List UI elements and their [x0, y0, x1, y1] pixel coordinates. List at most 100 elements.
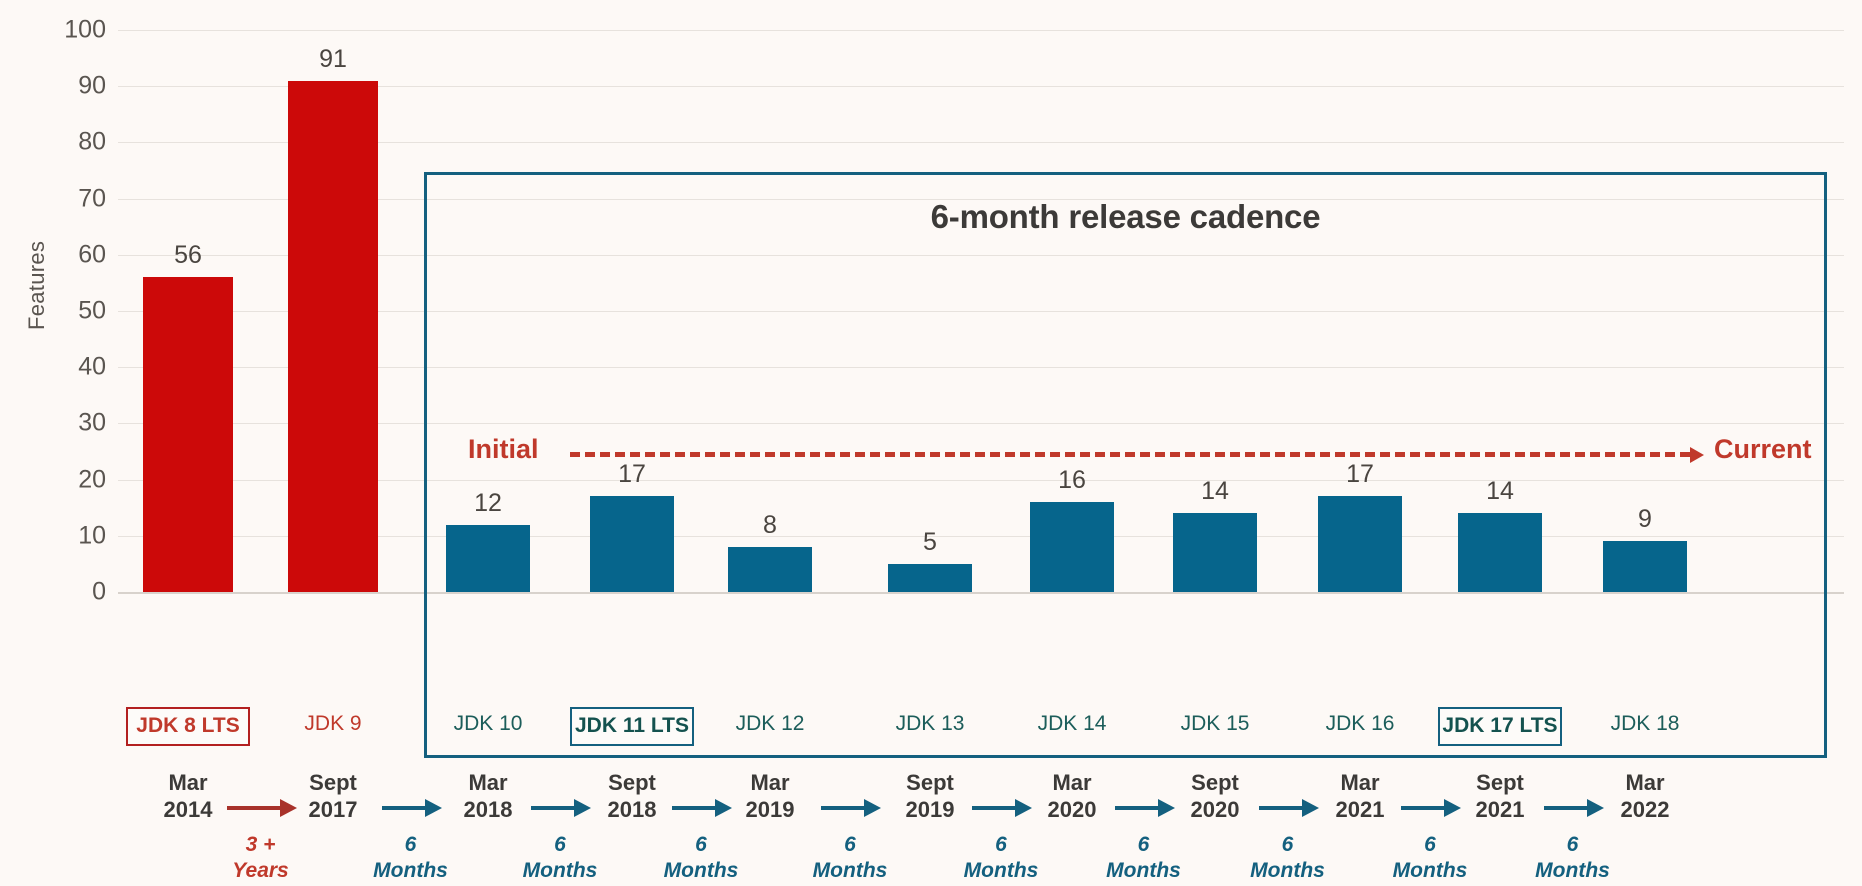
timeline-gap-label: 6 Months — [1208, 832, 1368, 885]
timeline-date-year: 2014 — [163, 796, 213, 822]
arrow-shaft — [531, 806, 575, 810]
category-label[interactable]: JDK 12 — [705, 707, 835, 742]
timeline-date-month: Mar — [1340, 770, 1380, 795]
timeline-gap-unit: Years — [232, 859, 289, 883]
arrow-shaft — [672, 806, 716, 810]
category-label[interactable]: JDK 15 — [1150, 707, 1280, 742]
category-label[interactable]: JDK 11 LTS — [570, 707, 694, 746]
category-label[interactable]: JDK 17 LTS — [1438, 707, 1562, 746]
timeline-gap-label: 6 Months — [921, 832, 1081, 885]
category-label[interactable]: JDK 16 — [1295, 707, 1425, 742]
timeline-arrow-icon — [972, 799, 1032, 817]
y-tick-label: 10 — [78, 521, 106, 550]
arrow-head — [279, 799, 297, 817]
bar[interactable] — [1173, 513, 1257, 592]
category-label[interactable]: JDK 13 — [865, 707, 995, 742]
category-label[interactable]: JDK 14 — [1007, 707, 1137, 742]
timeline-arrow-icon — [226, 799, 297, 817]
arrow-head — [864, 799, 881, 817]
timeline-arrow-icon — [821, 799, 881, 817]
arrow-shaft — [1401, 806, 1445, 810]
timeline-gap-number: 6 — [695, 833, 707, 856]
category-label[interactable]: JDK 8 LTS — [126, 707, 250, 746]
arrow-shaft — [381, 806, 426, 810]
timeline-gap-unit: Months — [1535, 859, 1610, 883]
bar-value-label: 12 — [474, 488, 502, 517]
timeline-gap-label: 6 Months — [770, 832, 930, 885]
bar-value-label: 16 — [1058, 466, 1086, 495]
bar[interactable] — [590, 496, 674, 592]
timeline-gap-unit: Months — [1106, 859, 1181, 883]
bar[interactable] — [446, 524, 530, 592]
category-label[interactable]: JDK 18 — [1580, 707, 1710, 742]
bar[interactable] — [728, 547, 812, 592]
bar[interactable] — [143, 277, 233, 592]
timeline-date-month: Sept — [1191, 770, 1239, 795]
timeline-gap-number: 6 — [1281, 833, 1294, 856]
current-label: Current — [1714, 433, 1812, 464]
timeline-date-month: Mar — [750, 770, 790, 795]
timeline-date-month: Sept — [309, 770, 357, 795]
timeline-gap-label: 6 Months — [1493, 832, 1653, 885]
arrow-shaft — [1114, 806, 1159, 810]
arrow-head — [1586, 799, 1604, 817]
bar-value-label: 5 — [923, 527, 937, 556]
arrow-shaft — [1258, 806, 1303, 810]
timeline-date-month: Mar — [1052, 770, 1092, 795]
arrow-shaft — [821, 806, 865, 810]
bar-value-label: 17 — [618, 460, 646, 489]
timeline-gap-unit: Months — [1250, 859, 1325, 883]
timeline-gap-label: 6 Months — [1350, 832, 1510, 885]
timeline-gap-unit: Months — [373, 859, 448, 883]
y-tick-label: 50 — [78, 296, 106, 325]
category-label[interactable]: JDK 9 — [268, 707, 398, 742]
bar[interactable] — [888, 563, 972, 592]
y-tick-label: 40 — [78, 352, 106, 381]
timeline-gap-number: 6 — [554, 833, 566, 856]
arrow-head — [715, 799, 732, 817]
timeline-gap-number: 6 — [1137, 833, 1150, 856]
bar[interactable] — [1458, 513, 1542, 592]
timeline-arrow-icon — [1543, 799, 1604, 817]
y-tick-label: 20 — [78, 465, 106, 494]
initial-label: Initial — [468, 433, 539, 464]
timeline-gap-label: 6 Months — [331, 832, 491, 885]
timeline-date-month: Mar — [1625, 770, 1665, 795]
trend-dashed-line — [570, 451, 1690, 457]
bar[interactable] — [1030, 502, 1114, 592]
y-tick-label: 90 — [78, 71, 106, 100]
bar-value-label: 14 — [1486, 477, 1514, 506]
gridline — [118, 30, 1844, 31]
bar[interactable] — [1603, 541, 1687, 592]
arrow-head — [1015, 799, 1032, 817]
bar[interactable] — [288, 80, 378, 592]
bar-value-label: 14 — [1201, 477, 1229, 506]
timeline-gap-number: 3 + — [245, 833, 276, 856]
timeline-gap-number: 6 — [404, 833, 417, 856]
timeline-arrow-icon — [381, 799, 442, 817]
y-tick-label: 70 — [78, 184, 106, 213]
timeline-date-month: Sept — [906, 770, 954, 795]
arrow-head — [424, 799, 442, 817]
timeline-date: Mar 2014 — [118, 770, 258, 824]
timeline-date-month: Mar — [468, 770, 508, 795]
bar-value-label: 91 — [319, 44, 347, 73]
arrow-head — [1444, 799, 1461, 817]
bar-value-label: 56 — [174, 241, 202, 270]
timeline-gap-label: 6 Months — [1064, 832, 1224, 885]
bar[interactable] — [1318, 496, 1402, 592]
timeline-gap-label: 3 + Years — [181, 832, 341, 885]
timeline-gap-number: 6 — [1424, 833, 1436, 856]
category-label[interactable]: JDK 10 — [423, 707, 553, 742]
y-tick-label: 80 — [78, 127, 106, 156]
arrow-shaft — [972, 806, 1016, 810]
timeline-date-month: Sept — [608, 770, 656, 795]
timeline-date-year: 2019 — [905, 796, 955, 822]
bar-value-label: 9 — [1638, 505, 1652, 534]
timeline-gap-label: 6 Months — [621, 832, 781, 885]
timeline-gap-unit: Months — [1392, 859, 1468, 883]
y-tick-label: 0 — [92, 577, 106, 606]
y-tick-label: 100 — [64, 15, 106, 44]
arrow-head — [574, 799, 591, 817]
timeline-arrow-icon — [1401, 799, 1461, 817]
